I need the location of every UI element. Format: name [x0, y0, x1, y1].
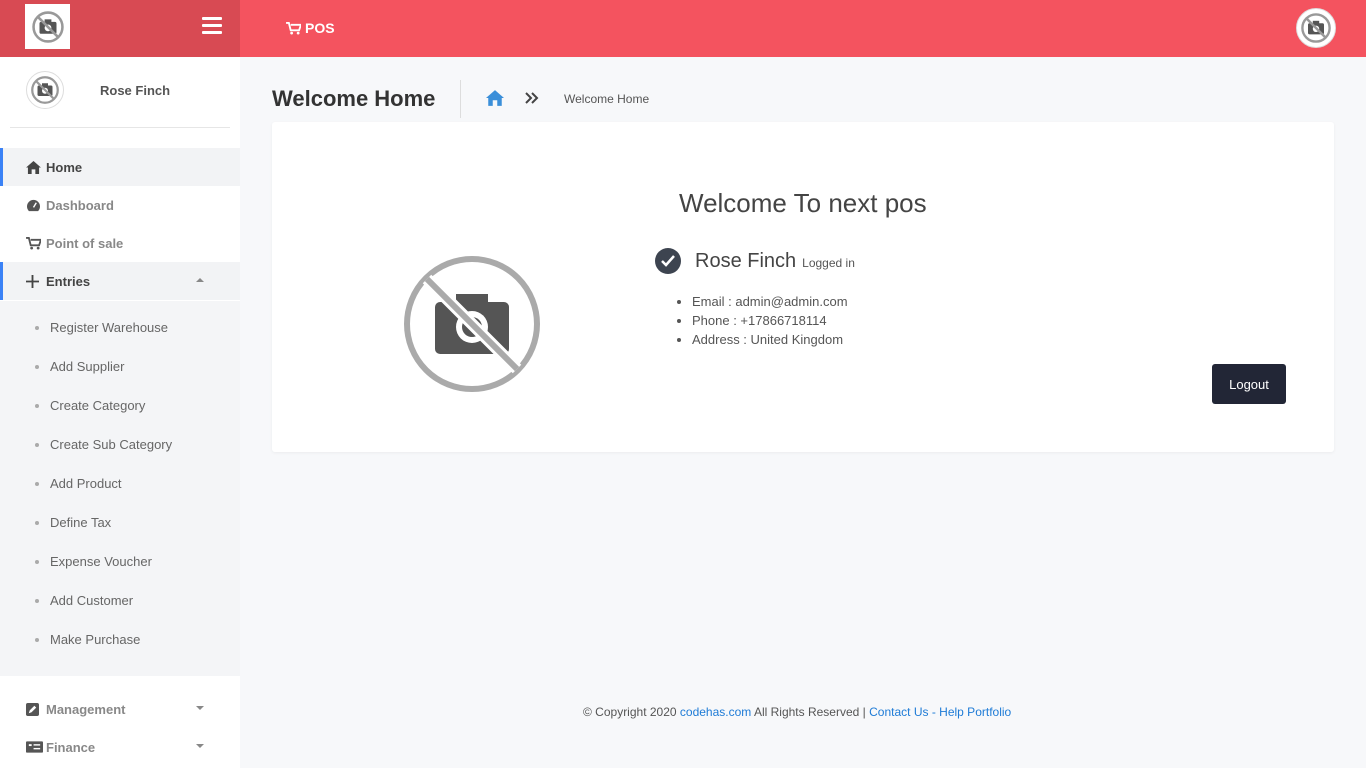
- sidebar-item-label: Management: [46, 701, 126, 717]
- divider: [460, 80, 461, 118]
- no-image-icon: [404, 256, 540, 392]
- address-info: Address : United Kingdom: [692, 330, 848, 349]
- submenu-item[interactable]: Add Supplier: [0, 347, 240, 386]
- sidebar-user-name: Rose Finch: [100, 83, 171, 98]
- submenu-item[interactable]: Add Customer: [0, 581, 240, 620]
- sidebar: Rose Finch Home Dashboard Point of sale …: [0, 57, 240, 768]
- sidebar-item-home[interactable]: Home: [0, 148, 240, 186]
- money-icon: [26, 741, 46, 753]
- sidebar-item-label: Finance: [46, 739, 96, 755]
- sidebar-item-label: Entries: [46, 273, 91, 289]
- logged-in-user: Rose Finch Logged in: [695, 250, 855, 273]
- user-avatar-menu[interactable]: [1296, 8, 1336, 48]
- breadcrumb-home-icon[interactable]: [486, 90, 504, 111]
- logo[interactable]: [25, 4, 70, 49]
- page-title: Welcome Home: [272, 86, 436, 111]
- top-navbar: POS: [0, 0, 1366, 57]
- no-image-icon: [31, 10, 64, 43]
- chevron-down-icon: [196, 706, 204, 710]
- welcome-heading: Welcome To next pos: [679, 188, 927, 218]
- sidebar-item-finance[interactable]: Finance: [0, 728, 240, 766]
- menu-toggle-icon[interactable]: [202, 17, 222, 35]
- submenu-item[interactable]: Expense Voucher: [0, 542, 240, 581]
- sidebar-item-point-of-sale[interactable]: Point of sale: [0, 224, 240, 262]
- pos-label: POS: [305, 20, 335, 36]
- user-name: Rose Finch: [695, 250, 797, 272]
- breadcrumb-current: Welcome Home: [564, 92, 650, 106]
- edit-icon: [26, 702, 46, 716]
- check-circle-icon: [655, 248, 681, 274]
- sidebar-item-entries[interactable]: Entries: [0, 262, 240, 300]
- sidebar-item-label: Home: [46, 159, 83, 175]
- help-link[interactable]: Help Portfolio: [939, 705, 1011, 719]
- submenu-item[interactable]: Define Tax: [0, 503, 240, 542]
- sidebar-item-dashboard[interactable]: Dashboard: [0, 186, 240, 224]
- copyright-text: © Copyright 2020: [583, 705, 677, 719]
- login-status: Logged in: [802, 256, 855, 270]
- brand-area: [0, 0, 240, 57]
- logout-button[interactable]: Logout: [1212, 364, 1286, 404]
- no-image-icon: [1301, 13, 1331, 43]
- submenu-item[interactable]: Add Product: [0, 464, 240, 503]
- email-info: Email : admin@admin.com: [692, 292, 848, 311]
- submenu-item[interactable]: Make Purchase: [0, 620, 240, 659]
- chevron-up-icon: [196, 278, 204, 282]
- welcome-card: Welcome To next pos Rose Finch Logged in…: [272, 122, 1334, 452]
- submenu-item[interactable]: Register Warehouse: [0, 308, 240, 347]
- user-info-list: Email : admin@admin.com Phone : +1786671…: [692, 292, 848, 349]
- plus-icon: [26, 274, 46, 288]
- sidebar-item-label: Point of sale: [46, 235, 124, 251]
- sidebar-item-label: Dashboard: [46, 197, 114, 213]
- double-chevron-right-icon: [525, 91, 539, 110]
- footer-dash: -: [931, 705, 936, 719]
- entries-submenu: Register Warehouse Add Supplier Create C…: [0, 301, 240, 676]
- rights-text: All Rights Reserved |: [753, 705, 866, 719]
- pos-link[interactable]: POS: [286, 20, 335, 36]
- no-image-icon: [31, 76, 59, 104]
- cart-icon: [286, 21, 301, 35]
- sidebar-user-panel: Rose Finch: [10, 57, 230, 128]
- avatar: [26, 71, 64, 109]
- phone-info: Phone : +17866718114: [692, 311, 848, 330]
- cart-icon: [26, 236, 46, 250]
- chevron-down-icon: [196, 744, 204, 748]
- contact-link[interactable]: Contact Us: [869, 705, 928, 719]
- submenu-item[interactable]: Create Category: [0, 386, 240, 425]
- site-link[interactable]: codehas.com: [680, 705, 751, 719]
- home-icon: [26, 160, 46, 174]
- tachometer-icon: [26, 199, 46, 212]
- footer: © Copyright 2020 codehas.com All Rights …: [583, 705, 1011, 719]
- submenu-item[interactable]: Create Sub Category: [0, 425, 240, 464]
- sidebar-item-management[interactable]: Management: [0, 690, 240, 728]
